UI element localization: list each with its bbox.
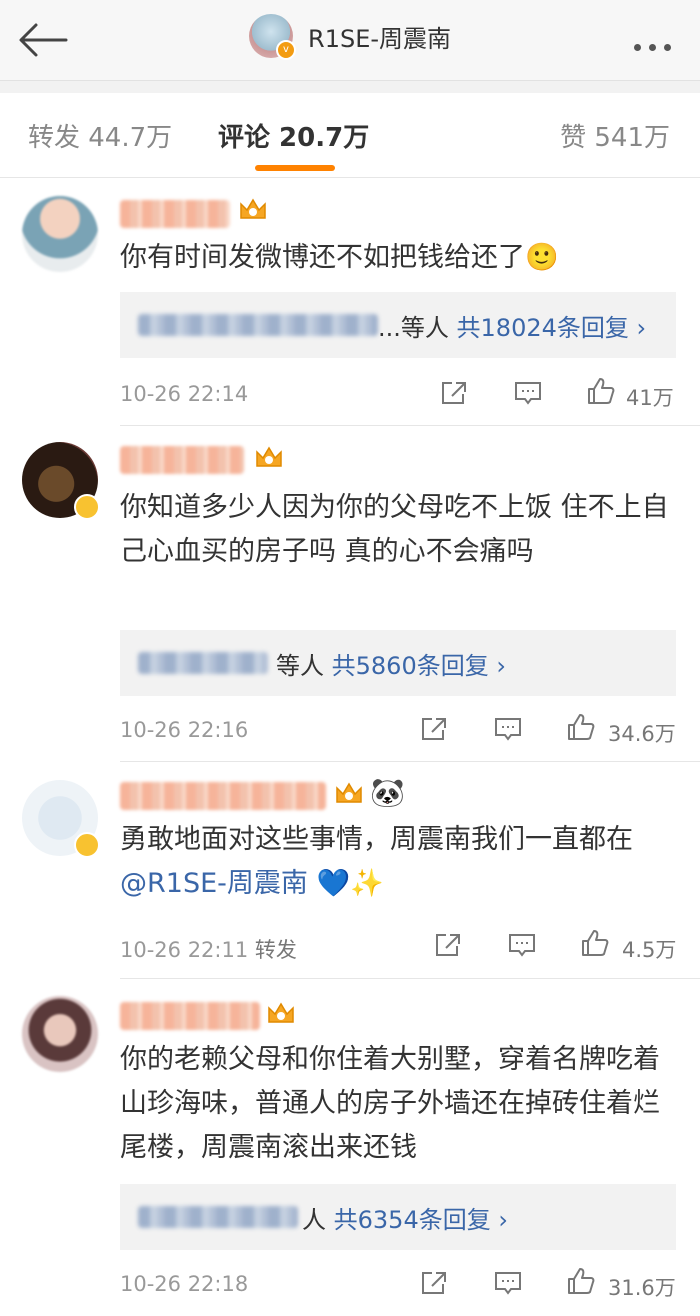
reply-usernames-blurred <box>138 652 268 674</box>
reply-suffix: ...等人 <box>378 314 449 342</box>
thumbs-up-icon[interactable] <box>566 1266 596 1296</box>
like-count: 31.6万 <box>608 1276 676 1300</box>
crown-vip-icon <box>256 446 282 467</box>
mention-link[interactable]: @R1SE-周震南 <box>120 868 308 899</box>
replies-preview[interactable]: 等人 共5860条回复 › <box>120 630 676 696</box>
timestamp: 10-26 22:14 <box>120 382 249 406</box>
verified-badge-icon: v <box>275 40 296 60</box>
share-icon[interactable] <box>434 932 462 958</box>
like-count: 41万 <box>626 386 674 410</box>
page-title: R1SE-周震南 <box>308 24 452 53</box>
divider <box>120 425 700 426</box>
replies-preview[interactable]: 人 共6354条回复 › <box>120 1184 676 1250</box>
avatar-badge-icon <box>74 494 100 520</box>
reply-count-link[interactable]: 共5860条回复 › <box>332 652 506 680</box>
comment-icon[interactable] <box>494 716 522 742</box>
like-count: 34.6万 <box>608 722 676 746</box>
avatar[interactable] <box>22 196 98 272</box>
tab-likes[interactable]: 赞 541万 <box>560 117 670 154</box>
avatar-badge-icon <box>74 832 100 858</box>
thumbs-up-icon[interactable] <box>566 712 596 742</box>
crown-vip-icon <box>336 782 362 803</box>
thumbs-up-icon[interactable] <box>586 376 616 406</box>
replies-preview[interactable]: ...等人 共18024条回复 › <box>120 292 676 358</box>
avatar[interactable]: v <box>248 14 296 60</box>
divider <box>120 978 700 979</box>
crown-vip-icon <box>240 198 266 219</box>
comment-text: 你的老赖父母和你住着大别墅，穿着名牌吃着山珍海味，普通人的房子外墙还在掉砖住着烂… <box>120 1044 660 1163</box>
username-blurred[interactable] <box>120 782 326 810</box>
reply-usernames-blurred <box>138 314 378 336</box>
panda-emoji: 🐼 <box>370 776 405 809</box>
comment-text: 你知道多少人因为你的父母吃不上饭 住不上自己心血买的房子吗 真的心不会痛吗 <box>120 492 669 567</box>
timestamp: 10-26 22:16 <box>120 718 249 742</box>
comment-text: 你有时间发微博还不如把钱给还了🙂 <box>120 242 559 273</box>
share-icon[interactable] <box>420 1270 448 1296</box>
crown-vip-icon <box>268 1002 294 1023</box>
username-blurred[interactable] <box>120 200 230 228</box>
divider <box>120 761 700 762</box>
top-bar: v R1SE-周震南 <box>0 0 700 81</box>
divider <box>0 81 700 93</box>
like-count: 4.5万 <box>622 938 677 962</box>
share-icon[interactable] <box>420 716 448 742</box>
username-blurred[interactable] <box>120 446 244 474</box>
share-icon[interactable] <box>440 380 468 406</box>
reply-suffix: 人 <box>302 1206 326 1234</box>
username-blurred[interactable] <box>120 1002 260 1030</box>
timestamp: 10-26 22:11 转发 <box>120 938 297 962</box>
reply-count-link[interactable]: 共18024条回复 › <box>457 314 647 342</box>
header-user[interactable]: v R1SE-周震南 <box>0 14 700 66</box>
tab-comments[interactable]: 评论 20.7万 <box>218 117 369 154</box>
repost-label: 转发 <box>254 938 297 962</box>
tab-bar: 转发 44.7万 评论 20.7万 赞 541万 <box>0 93 700 178</box>
comment-icon[interactable] <box>508 932 536 958</box>
active-tab-indicator <box>255 165 335 171</box>
more-dots-icon[interactable] <box>634 36 682 51</box>
reply-count-link[interactable]: 共6354条回复 › <box>334 1206 508 1234</box>
avatar[interactable] <box>22 996 98 1072</box>
comment-icon[interactable] <box>514 380 542 406</box>
reply-usernames-blurred <box>138 1206 298 1228</box>
timestamp: 10-26 22:18 <box>120 1272 249 1296</box>
comment-text: 勇敢地面对这些事情，周震南我们一直都在@R1SE-周震南 💙✨ <box>120 824 633 899</box>
comment-icon[interactable] <box>494 1270 522 1296</box>
thumbs-up-icon[interactable] <box>580 928 610 958</box>
reply-suffix: 等人 <box>276 652 324 680</box>
tab-reposts[interactable]: 转发 44.7万 <box>28 117 172 154</box>
